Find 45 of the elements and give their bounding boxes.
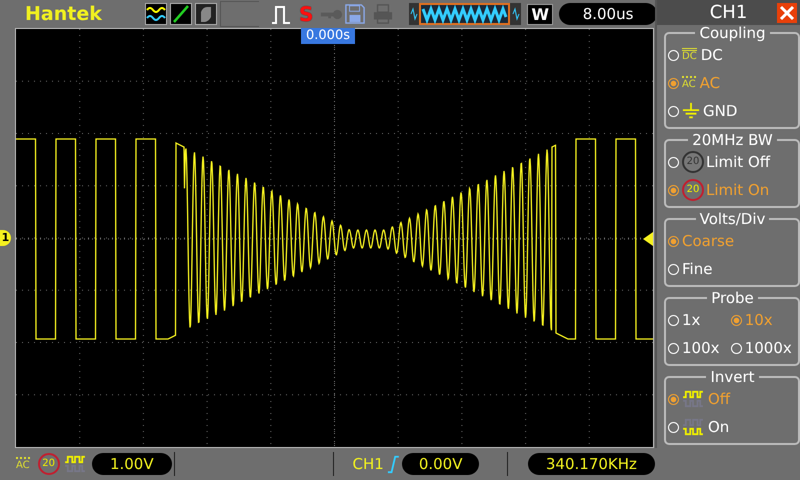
bandwidth-limit-icon: 20 — [38, 453, 60, 475]
waveform-display-icon[interactable] — [145, 3, 167, 25]
radio-option[interactable]: 20 Limit Off — [667, 148, 798, 176]
radio-button[interactable] — [668, 394, 679, 404]
brand-logo-text: Hantek — [25, 3, 103, 25]
timebase-readout: 8.00us — [559, 3, 658, 25]
persistence-icon[interactable] — [195, 3, 217, 25]
trigger-source-label: CH1 — [352, 455, 384, 473]
radio-option[interactable]: 1x — [667, 306, 726, 334]
radio-option[interactable]: DC DC — [667, 41, 798, 69]
pulse-icon[interactable] — [271, 3, 291, 25]
radio-option[interactable]: GND — [667, 97, 798, 125]
group-title: Coupling — [698, 25, 767, 41]
zoom-indicator[interactable]: W — [527, 4, 554, 24]
rising-edge-icon — [386, 454, 400, 474]
radio-option[interactable]: 1000x — [730, 334, 798, 362]
channel-ground-marker[interactable]: 1 — [0, 230, 11, 246]
trigger-position-marker[interactable]: 0.000s — [301, 28, 355, 44]
group-title: 20MHz BW — [691, 132, 774, 148]
group-title: Volts/Div — [698, 211, 766, 227]
square-wave-icon — [64, 455, 86, 473]
line-display-icon[interactable] — [170, 3, 192, 25]
frequency-readout: 340.170KHz — [528, 453, 656, 475]
radio-button[interactable] — [668, 184, 679, 196]
group-title: Invert — [709, 369, 756, 385]
trigger-level-marker[interactable] — [643, 232, 653, 246]
panel-title: CH1 — [710, 2, 748, 23]
bandwidth-limit-icon: 20 — [682, 151, 704, 173]
bandwidth-limit-icon: 20 — [682, 179, 704, 201]
radio-option[interactable]: Fine — [667, 255, 798, 283]
close-icon[interactable] — [777, 3, 797, 23]
volts-per-div-readout: 1.00V — [92, 453, 172, 475]
radio-button[interactable] — [730, 314, 742, 326]
square-wave-icon — [682, 418, 704, 436]
radio-option[interactable]: 100x — [667, 334, 726, 362]
radio-button[interactable] — [668, 236, 679, 246]
square-wave-icon — [682, 390, 704, 408]
radio-option[interactable]: 20 Limit On — [667, 176, 798, 204]
radio-option[interactable]: On — [667, 413, 798, 441]
group-title: Probe — [710, 290, 755, 306]
ground-icon — [682, 102, 700, 120]
radio-button[interactable] — [668, 78, 679, 88]
empty-slot — [220, 1, 259, 27]
radio-option[interactable]: AC AC — [667, 69, 798, 97]
trigger-level-readout: 0.00V — [402, 453, 479, 475]
